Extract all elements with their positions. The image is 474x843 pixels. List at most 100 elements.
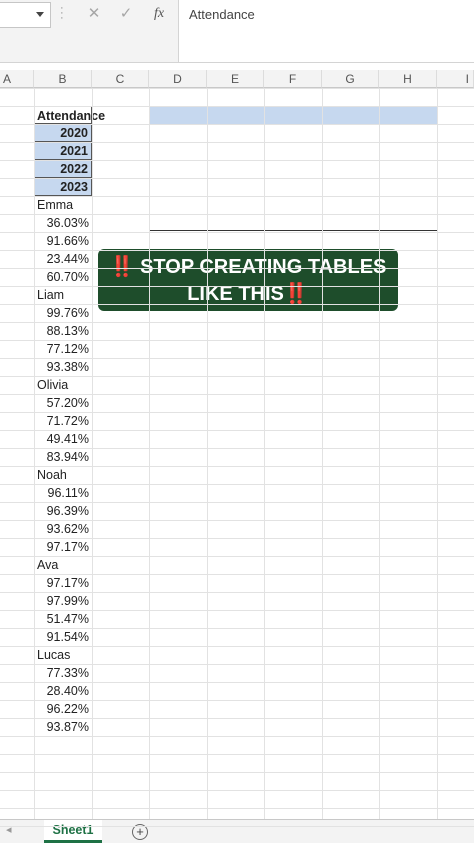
- year-cell[interactable]: 2023: [34, 178, 92, 196]
- attendance-value-cell[interactable]: 96.11%: [34, 484, 92, 502]
- grid-row-line: [0, 124, 474, 125]
- grid-row-line: [0, 160, 474, 161]
- attendance-value-cell[interactable]: 99.76%: [34, 304, 92, 322]
- attendance-value-cell[interactable]: 91.66%: [34, 232, 92, 250]
- attendance-value-cell[interactable]: 49.41%: [34, 430, 92, 448]
- grid-row-line: [0, 808, 474, 809]
- formula-text: Attendance: [189, 7, 255, 22]
- cancel-icon[interactable]: ✕: [86, 4, 102, 24]
- column-header-d[interactable]: D: [149, 70, 207, 88]
- column-header-e[interactable]: E: [207, 70, 264, 88]
- name-box-dropdown-icon[interactable]: [36, 12, 44, 17]
- insert-function-icon[interactable]: fx: [150, 4, 168, 24]
- column-header-c[interactable]: C: [92, 70, 149, 88]
- attendance-value-cell[interactable]: 97.17%: [34, 574, 92, 592]
- grid-row-line: [0, 412, 474, 413]
- attendance-value-cell[interactable]: 97.99%: [34, 592, 92, 610]
- sheet-tabs-bar: ◂ Sheet1 +: [0, 819, 474, 843]
- sheet-tab-sheet1[interactable]: Sheet1: [44, 820, 102, 843]
- grid-row-line: [0, 610, 474, 611]
- attendance-value-cell[interactable]: 71.72%: [34, 412, 92, 430]
- grid-row-line: [0, 574, 474, 575]
- grid-row-line: [0, 358, 474, 359]
- grid-row-line: [0, 754, 474, 755]
- grid-row-line: [0, 178, 474, 179]
- attendance-value-cell[interactable]: 96.22%: [34, 700, 92, 718]
- grid-row-line: [0, 268, 474, 269]
- grid-row-line: [0, 286, 474, 287]
- student-name-cell[interactable]: Noah: [34, 466, 92, 484]
- grid-column-line: [264, 89, 265, 819]
- grid-row-line: [0, 484, 474, 485]
- student-name-cell[interactable]: Liam: [34, 286, 92, 304]
- grid-column-line: [34, 89, 35, 819]
- scroll-tabs-left-icon[interactable]: ◂: [6, 823, 12, 836]
- column-header-g[interactable]: G: [322, 70, 379, 88]
- attendance-value-cell[interactable]: 83.94%: [34, 448, 92, 466]
- grid-column-line: [92, 89, 93, 819]
- attendance-value-cell[interactable]: 77.33%: [34, 664, 92, 682]
- attendance-value-cell[interactable]: 97.17%: [34, 538, 92, 556]
- attendance-value-cell[interactable]: 36.03%: [34, 214, 92, 232]
- attendance-value-cell[interactable]: 93.38%: [34, 358, 92, 376]
- formula-input[interactable]: Attendance: [178, 0, 474, 62]
- grid-row-line: [0, 340, 474, 341]
- grid-column-line: [379, 89, 380, 819]
- attendance-value-cell[interactable]: 57.20%: [34, 394, 92, 412]
- grid-row-line: [0, 214, 474, 215]
- grid-row-line: [0, 664, 474, 665]
- grid-row-line: [0, 394, 474, 395]
- grid-row-line: [0, 700, 474, 701]
- attendance-value-cell[interactable]: 23.44%: [34, 250, 92, 268]
- name-box[interactable]: [0, 2, 51, 28]
- grid-row-line: [0, 772, 474, 773]
- attendance-value-cell[interactable]: 51.47%: [34, 610, 92, 628]
- attendance-value-cell[interactable]: 28.40%: [34, 682, 92, 700]
- attendance-value-cell[interactable]: 96.39%: [34, 502, 92, 520]
- year-cell[interactable]: 2020: [34, 124, 92, 142]
- more-options-icon[interactable]: · · ·: [60, 3, 64, 24]
- double-exclamation-icon: ‼️: [109, 256, 135, 278]
- attendance-value-cell[interactable]: 77.12%: [34, 340, 92, 358]
- grid-column-line: [437, 89, 438, 819]
- grid-row-line: [0, 592, 474, 593]
- grid-row-line: [0, 466, 474, 467]
- grid-row-line: [0, 448, 474, 449]
- year-cell[interactable]: 2022: [34, 160, 92, 178]
- grid-row-line: [0, 790, 474, 791]
- column-header-i[interactable]: I: [437, 70, 474, 88]
- student-name-cell[interactable]: Emma: [34, 196, 92, 214]
- grid-row-line: [0, 556, 474, 557]
- grid-row-line: [0, 142, 474, 143]
- stop-banner: ‼️ STOP CREATING TABLES LIKE THIS‼️: [98, 249, 398, 311]
- student-name-cell[interactable]: Lucas: [34, 646, 92, 664]
- grid-row-line: [0, 682, 474, 683]
- attendance-value-cell[interactable]: 60.70%: [34, 268, 92, 286]
- column-header-a[interactable]: A: [0, 70, 34, 88]
- column-header-b[interactable]: B: [34, 70, 92, 88]
- grid-row-line: [0, 628, 474, 629]
- attendance-value-cell[interactable]: 91.54%: [34, 628, 92, 646]
- grid-row-line: [0, 196, 474, 197]
- formula-bar-area: · · · ✕ ✓ fx Attendance: [0, 0, 474, 63]
- attendance-header-cell[interactable]: Attendance: [34, 106, 105, 124]
- table-header-row[interactable]: [150, 107, 437, 125]
- enter-icon[interactable]: ✓: [118, 4, 134, 24]
- grid-row-line: [0, 376, 474, 377]
- column-header-h[interactable]: H: [379, 70, 437, 88]
- grid-column-line: [322, 89, 323, 819]
- grid-row-line: [0, 826, 474, 827]
- student-name-cell[interactable]: Ava: [34, 556, 92, 574]
- student-name-cell[interactable]: Olivia: [34, 376, 92, 394]
- grid-row-line: [0, 232, 474, 233]
- grid-row-line: [0, 520, 474, 521]
- grid-column-line: [207, 89, 208, 819]
- attendance-value-cell[interactable]: 93.62%: [34, 520, 92, 538]
- column-header-f[interactable]: F: [264, 70, 322, 88]
- grid-row-line: [0, 538, 474, 539]
- attendance-value-cell[interactable]: 88.13%: [34, 322, 92, 340]
- grid-row-line: [0, 88, 474, 89]
- grid-row-line: [0, 250, 474, 251]
- year-cell[interactable]: 2021: [34, 142, 92, 160]
- attendance-value-cell[interactable]: 93.87%: [34, 718, 92, 736]
